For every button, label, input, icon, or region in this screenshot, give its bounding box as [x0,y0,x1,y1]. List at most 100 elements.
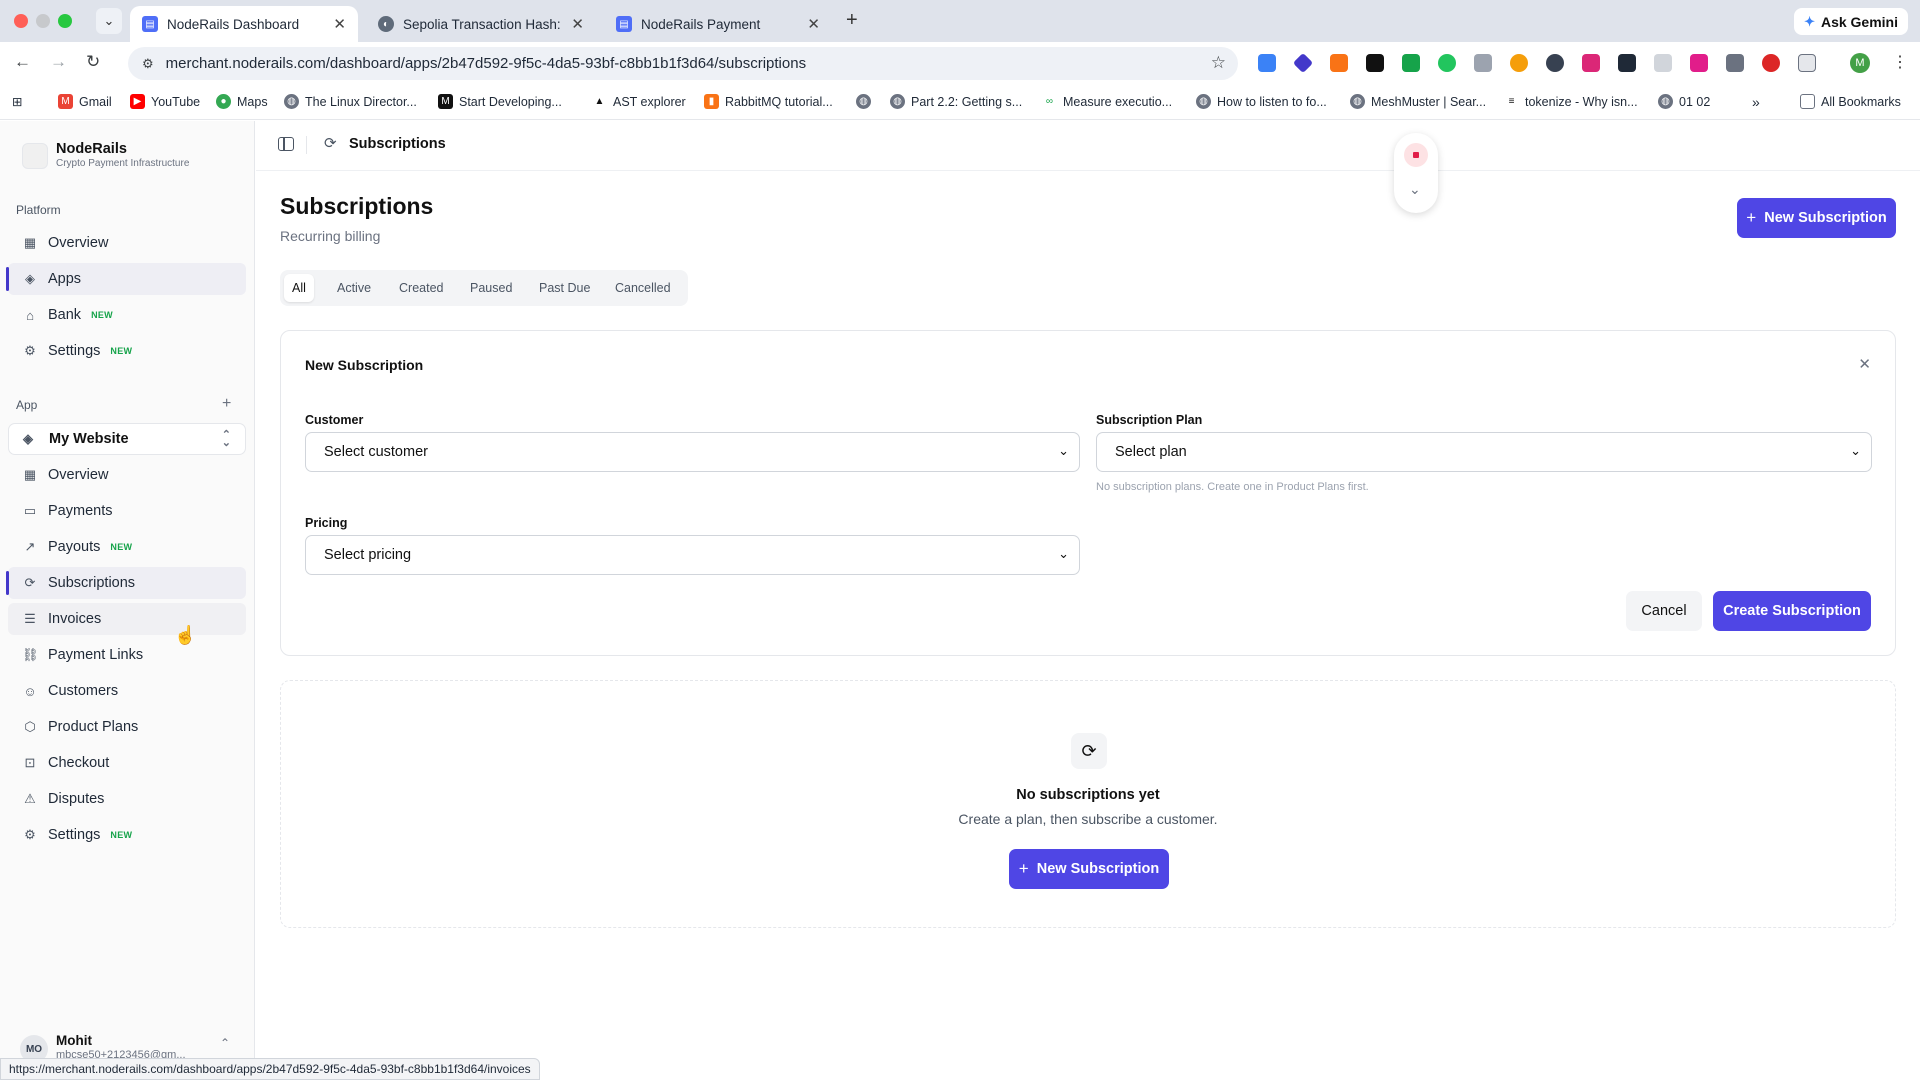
platform-section-label: Platform [16,203,61,217]
extension-icon[interactable] [1618,54,1636,72]
extension-icon[interactable] [1762,54,1780,72]
sidebar-item-app-settings[interactable]: ⚙ Settings NEW [8,819,246,851]
sidebar-item-disputes[interactable]: ⚠ Disputes [8,783,246,815]
sidebar-item-platform-overview[interactable]: ▦ Overview [8,227,246,259]
extension-icon[interactable] [1474,54,1492,72]
pricing-select-value: Select pricing [324,547,412,563]
sidebar-item-product-plans[interactable]: ⬡ Product Plans [8,711,246,743]
sidebar-item-overview[interactable]: ▦ Overview [8,459,246,491]
extension-icon[interactable] [1582,54,1600,72]
plan-select-value: Select plan [1115,444,1187,460]
bookmark-start-developing[interactable]: M Start Developing... [438,94,562,109]
chevron-down-icon[interactable]: ⌄ [1409,181,1421,198]
all-bookmarks-folder[interactable]: All Bookmarks [1800,94,1901,109]
cancel-button[interactable]: Cancel [1626,591,1702,631]
globe-icon: ◍ [890,94,905,109]
metamask-icon[interactable] [1330,54,1348,72]
bookmark-how-to-listen[interactable]: ◍ How to listen to fo... [1196,94,1327,109]
forward-arrow-icon[interactable]: → [50,52,67,72]
url-text[interactable]: merchant.noderails.com/dashboard/apps/2b… [166,55,806,72]
globe-icon: ◍ [1350,94,1365,109]
bookmark-star-icon[interactable]: ☆ [1211,53,1226,73]
filter-tab-active[interactable]: Active [329,274,379,302]
bookmark-meshmuster[interactable]: ◍ MeshMuster | Sear... [1350,94,1486,109]
bookmark-linux-directory[interactable]: ◍ The Linux Director... [284,94,417,109]
gear-icon: ⚙ [24,343,36,358]
bookmark-globe[interactable]: ◍ [856,94,877,109]
bookmark-youtube[interactable]: ▶ YouTube [130,94,200,109]
filter-tab-cancelled[interactable]: Cancelled [607,274,679,302]
sidebar-toggle-icon[interactable] [278,137,294,151]
filter-tab-all[interactable]: All [284,274,314,302]
extension-icon[interactable] [1402,54,1420,72]
site-info-icon[interactable]: ⚙ [142,56,154,72]
extension-icon[interactable] [1726,54,1744,72]
bookmark-01-02[interactable]: ◍ 01 02 [1658,94,1710,109]
filter-tab-created[interactable]: Created [391,274,451,302]
screen-recorder-widget[interactable]: ⌄ [1394,133,1438,213]
new-subscription-button[interactable]: + New Subscription [1737,198,1896,238]
app-switcher[interactable]: ◈ My Website ⌃ ⌄ [8,423,246,455]
filter-tab-paused[interactable]: Paused [462,274,520,302]
create-subscription-button[interactable]: Create Subscription [1713,591,1871,631]
extension-icon[interactable] [1546,54,1564,72]
new-tab-button[interactable]: + [846,9,858,32]
puzzle-extensions-icon[interactable] [1798,54,1816,72]
close-window-button[interactable] [14,14,28,28]
sidebar-item-platform-settings[interactable]: ⚙ Settings NEW [8,335,246,367]
sidebar-item-apps[interactable]: ◈ Apps [6,263,246,295]
bookmark-measure-execution[interactable]: ∞ Measure executio... [1042,94,1172,109]
extension-icon[interactable] [1690,54,1708,72]
customer-select[interactable]: Select customer ⌄ [305,432,1080,472]
sidebar-item-checkout[interactable]: ⊡ Checkout [8,747,246,779]
close-icon[interactable]: ✕ [807,15,820,33]
filter-tab-past-due[interactable]: Past Due [531,274,598,302]
bookmark-gmail[interactable]: M Gmail [58,94,112,109]
sidebar-item-customers[interactable]: ☺ Customers [8,675,246,707]
browser-menu-icon[interactable]: ⋮ [1892,52,1908,72]
browser-tab-noderails-payment[interactable]: ▤ NodeRails Payment ✕ [604,6,832,42]
extension-icon[interactable] [1438,54,1456,72]
bookmark-part-2-2[interactable]: ◍ Part 2.2: Getting s... [890,94,1022,109]
pricing-select[interactable]: Select pricing ⌄ [305,535,1080,575]
user-name[interactable]: Mohit [56,1033,92,1048]
browser-tab-noderails-dashboard[interactable]: ▤ NodeRails Dashboard ✕ [130,6,358,42]
new-badge: NEW [110,542,133,552]
minimize-window-button[interactable] [36,14,50,28]
extension-icon[interactable] [1292,52,1314,74]
sidebar-item-payouts[interactable]: ↗ Payouts NEW [8,531,246,563]
bookmark-maps[interactable]: ● Maps [216,94,268,109]
plan-select[interactable]: Select plan ⌄ [1096,432,1872,472]
bookmark-tokenize[interactable]: ≡ tokenize - Why isn... [1504,94,1638,109]
sidebar-item-subscriptions[interactable]: ⟳ Subscriptions [6,567,246,599]
chevron-up-icon[interactable]: ⌃ [220,1036,230,1050]
browser-tab-sepolia[interactable]: ◐ Sepolia Transaction Hash: 0x2... ✕ [366,6,596,42]
bookmark-ast-explorer[interactable]: ▲ AST explorer [592,94,686,109]
apps-grid-icon[interactable]: ⊞ [12,94,22,109]
close-icon[interactable]: ✕ [1858,355,1871,373]
close-icon[interactable]: ✕ [571,15,584,33]
bookmarks-overflow-button[interactable]: » [1752,94,1760,110]
stop-recording-button[interactable] [1404,143,1428,167]
profile-avatar[interactable]: M [1850,53,1870,73]
extension-icon[interactable] [1654,54,1672,72]
bookmark-rabbitmq[interactable]: ▮ RabbitMQ tutorial... [704,94,833,109]
extension-icon[interactable] [1510,54,1528,72]
ast-icon: ▲ [592,94,607,109]
tab-search-button[interactable]: ⌄ [96,8,122,34]
extension-icon[interactable] [1258,54,1276,72]
extension-icon[interactable] [1366,54,1384,72]
sidebar-item-invoices[interactable]: ☰ Invoices [8,603,246,635]
close-icon[interactable]: ✕ [333,15,346,33]
address-bar[interactable]: ⚙ merchant.noderails.com/dashboard/apps/… [128,47,1238,80]
sidebar-item-payments[interactable]: ▭ Payments [8,495,246,527]
sidebar: NodeRails Crypto Payment Infrastructure … [0,121,255,1080]
ask-gemini-button[interactable]: ✦ Ask Gemini [1794,8,1908,35]
reload-icon[interactable]: ↻ [86,52,100,72]
sidebar-item-bank[interactable]: ⌂ Bank NEW [8,299,246,331]
back-arrow-icon[interactable]: ← [14,52,31,72]
sidebar-item-payment-links[interactable]: ⛓ Payment Links [8,639,246,671]
add-app-button[interactable]: + [222,395,231,413]
maximize-window-button[interactable] [58,14,72,28]
empty-new-subscription-button[interactable]: + New Subscription [1009,849,1169,889]
